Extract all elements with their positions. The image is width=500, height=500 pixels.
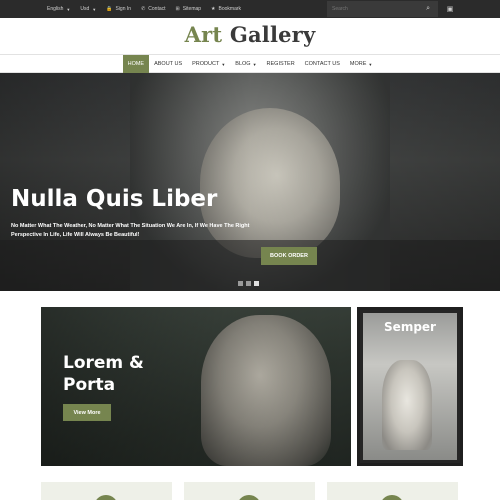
bookmark-label: Bookmark [218,6,242,12]
nav-item-more[interactable]: MORE ▼ [345,55,377,73]
bookmark-icon: ★ [211,6,216,12]
nav-item-product[interactable]: PRODUCT ▼ [187,55,230,73]
nav-item-contact[interactable]: CONTACT US [300,55,345,73]
hero-text: No Matter What The Weather, No Matter Wh… [11,223,250,238]
logo-part-1: Art [184,22,223,47]
search-box: ⌕ [327,1,438,17]
feature-icon [237,495,261,500]
hero-title: Nulla Quis Liber [11,186,218,212]
nav-item-blog[interactable]: BLOG ▼ [230,55,261,73]
nav-label: REGISTER [266,61,295,67]
nav-label: HOME [127,61,145,67]
nav-label: MORE [349,61,367,67]
sitemap-icon: ⊞ [175,6,180,12]
nav-item-home[interactable]: HOME [122,55,150,73]
feature-card [41,482,172,500]
sitemap-link[interactable]: ⊞ Sitemap [176,6,202,12]
feature-icon [380,495,404,500]
book-order-button[interactable]: BOOK ORDER [261,247,317,265]
chevron-down-icon: ▼ [221,61,226,67]
banner-lorem-porta[interactable]: Lorem & Porta View More [41,307,351,466]
feature-card [184,482,315,500]
slider-dot-active[interactable] [254,281,259,286]
slider-dot[interactable] [246,281,251,286]
language-selector[interactable]: English ▼ [47,6,70,12]
view-more-button[interactable]: View More [63,404,111,421]
search-icon[interactable]: ⌕ [426,5,430,13]
feature-card [327,482,458,500]
bookmark-link[interactable]: ★ Bookmark [211,6,241,12]
logo-part-2: Gallery [229,22,316,47]
currency-label: Usd [80,6,90,12]
nav-item-about[interactable]: ABOUT US [149,55,187,73]
slider-dots [238,281,259,286]
nav-item-register[interactable]: REGISTER [262,55,300,73]
chevron-down-icon: ▼ [252,61,257,67]
phone-icon: ✆ [141,6,146,12]
main-nav: HOME ABOUT US PRODUCT ▼ BLOG ▼ REGISTER CO… [0,54,500,73]
contact-link[interactable]: ✆ Contact [141,6,165,12]
banner-title: Lorem & Porta [63,353,144,395]
feature-icon [94,495,118,500]
banner-title: Semper [384,320,436,334]
chevron-down-icon: ▼ [368,61,373,67]
top-bar: English ▼ Usd ▼ 🔒 Sign In ✆ Contact ⊞ Si… [0,0,500,18]
search-input[interactable] [332,6,422,12]
lock-icon: 🔒 [106,6,113,12]
hero-slider: Nulla Quis Liber No Matter What The Weat… [0,73,500,291]
nav-label: ABOUT US [154,61,183,67]
cart-icon: ▣ [446,6,454,13]
sign-in-link[interactable]: 🔒 Sign In [106,6,131,12]
slider-dot[interactable] [238,281,243,286]
nav-label: CONTACT US [304,61,340,67]
cart-button[interactable]: ▣ [438,1,462,17]
site-logo[interactable]: Art Gallery [0,22,500,47]
nav-label: PRODUCT [192,61,220,67]
banner-semper[interactable]: Semper [357,307,463,466]
currency-selector[interactable]: Usd ▼ [80,6,96,12]
sign-in-label: Sign In [115,6,132,12]
chevron-down-icon: ▼ [92,6,97,12]
banner-statue-image [382,360,432,450]
contact-label: Contact [148,6,166,12]
chevron-down-icon: ▼ [66,6,71,12]
sitemap-label: Sitemap [182,6,202,12]
nav-label: BLOG [235,61,251,67]
language-label: English [47,6,64,12]
